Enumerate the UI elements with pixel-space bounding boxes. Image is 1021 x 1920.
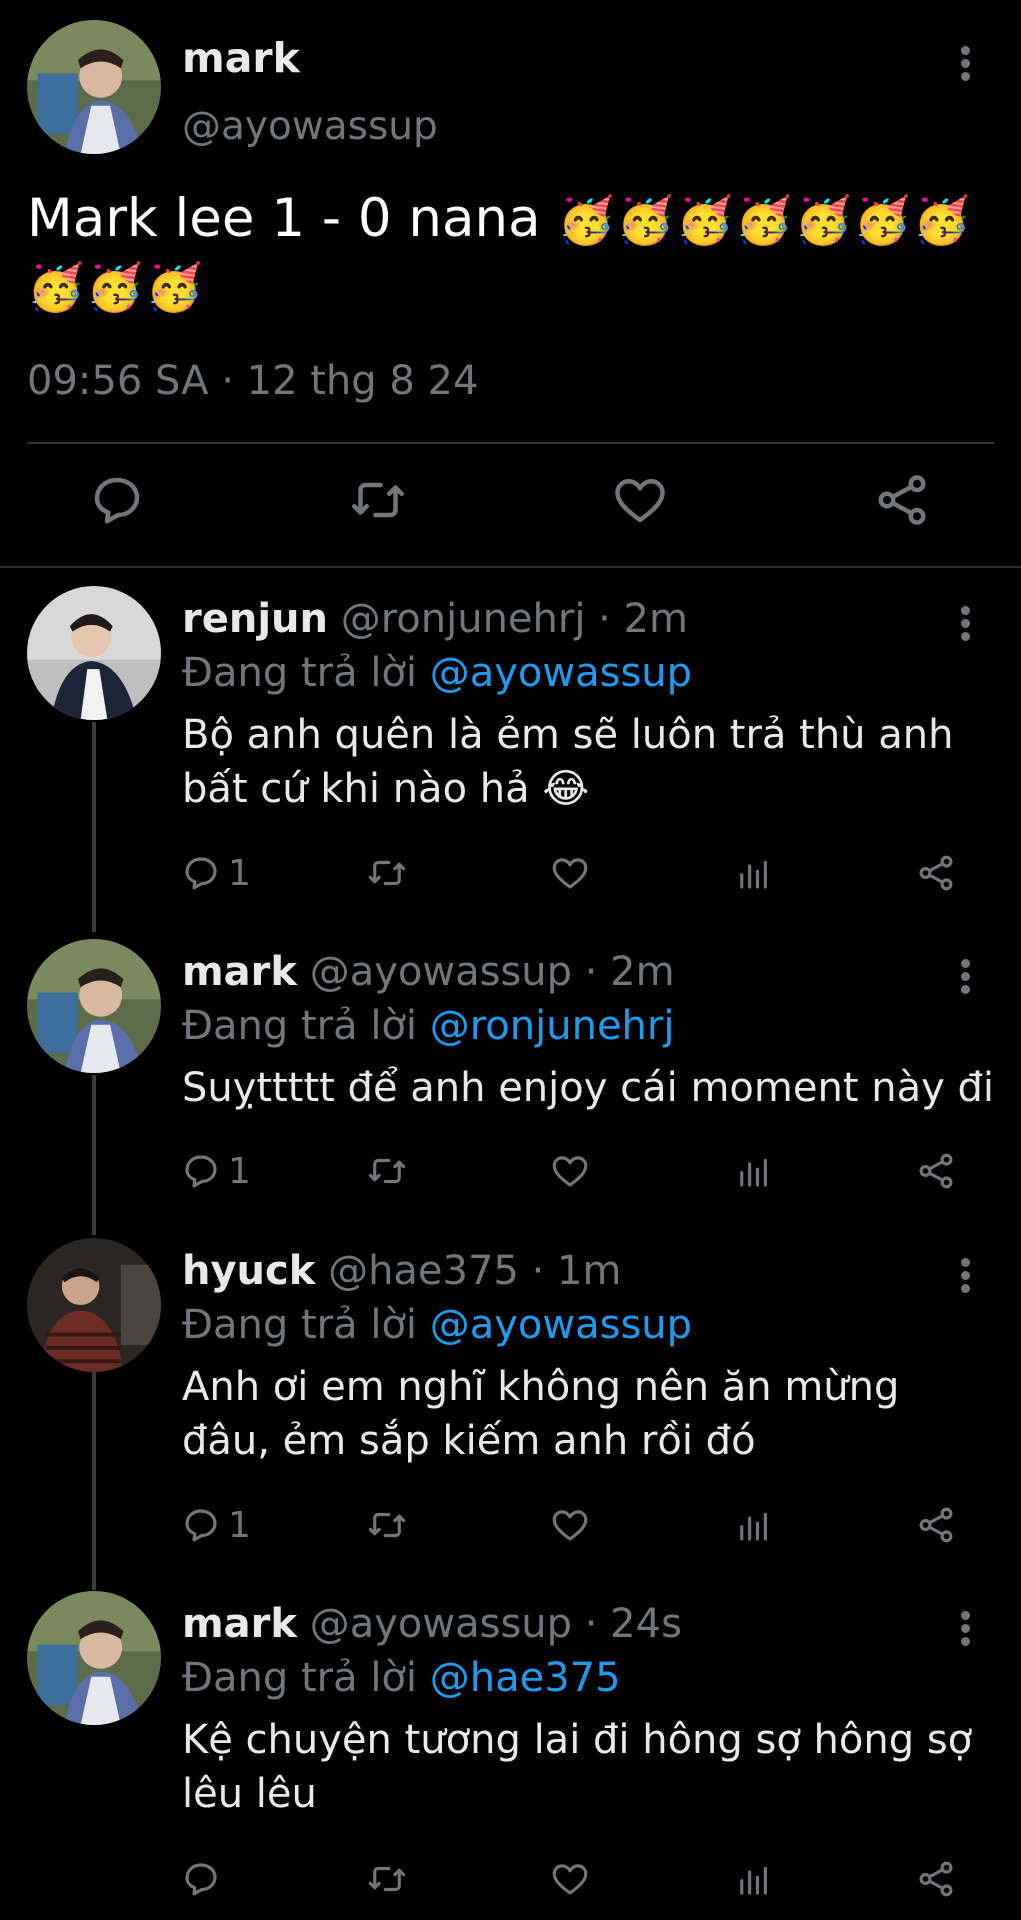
share-icon[interactable] (915, 1857, 957, 1901)
reply-actions (0, 1857, 1021, 1901)
share-icon[interactable] (915, 851, 957, 895)
mention-link[interactable]: @ayowassup (430, 650, 692, 696)
reply-header: renjun @ronjunehrj · 2m (182, 596, 688, 642)
like-icon[interactable] (549, 1857, 591, 1901)
reply-button[interactable]: 1 (180, 1149, 251, 1193)
reply-button[interactable]: 1 (180, 1503, 251, 1547)
thread-line (92, 1372, 96, 1590)
reply-header: hyuck @hae375 · 1m (182, 1248, 621, 1294)
like-icon[interactable] (549, 1503, 591, 1547)
reply-text: Bộ anh quên là ẻm sẽ luôn trả thù anh bấ… (182, 712, 954, 812)
author-handle[interactable]: @ayowassup (182, 104, 438, 149)
replying-to: Đang trả lời @ronjunehrj (182, 1003, 674, 1049)
share-icon[interactable] (915, 1503, 957, 1547)
avatar[interactable] (27, 1591, 161, 1725)
author-name[interactable]: mark (182, 949, 297, 995)
reply-actions: 1 (0, 851, 1021, 895)
mention-link[interactable]: @ronjunehrj (430, 1003, 675, 1049)
reply-button[interactable] (180, 1857, 228, 1901)
tweet-timestamp[interactable]: 09:56 SA · 12 thg 8 24 (27, 358, 478, 404)
reply-count: 1 (228, 852, 251, 894)
thread-line (92, 722, 96, 932)
divider (0, 566, 1021, 568)
main-tweet: mark @ayowassup Mark lee 1 - 0 nana 🥳🥳🥳🥳… (0, 0, 1021, 567)
reply-actions: 1 (0, 1149, 1021, 1193)
views-icon[interactable] (733, 851, 775, 895)
reply-icon (185, 1155, 217, 1188)
avatar[interactable] (27, 586, 161, 720)
author-name[interactable]: hyuck (182, 1248, 315, 1294)
replying-label: Đang trả lời (182, 1655, 430, 1701)
author-handle[interactable]: @ayowassup · 2m (310, 949, 675, 995)
retweet-icon[interactable] (366, 1503, 408, 1547)
retweet-icon[interactable] (366, 1149, 408, 1193)
views-icon[interactable] (733, 1149, 775, 1193)
tweet-text: Mark lee 1 - 0 nana 🥳🥳🥳🥳🥳🥳🥳🥳🥳🥳 (27, 186, 1007, 320)
tweet-text-body: Mark lee 1 - 0 nana (27, 188, 541, 249)
replying-to: Đang trả lời @ayowassup (182, 1302, 692, 1348)
retweet-icon[interactable] (366, 1857, 408, 1901)
reply-icon[interactable] (87, 470, 147, 530)
like-icon[interactable] (610, 470, 670, 530)
more-icon[interactable] (961, 959, 971, 995)
author-handle[interactable]: @ronjunehrj · 2m (341, 596, 688, 642)
views-icon[interactable] (733, 1503, 775, 1547)
replying-label: Đang trả lời (182, 1003, 430, 1049)
replying-label: Đang trả lời (182, 1302, 430, 1348)
reply-text: Suỵttttt để anh enjoy cái moment này đi (182, 1065, 994, 1111)
author-handle[interactable]: @hae375 · 1m (328, 1248, 621, 1294)
replying-to: Đang trả lời @hae375 (182, 1655, 621, 1701)
more-icon[interactable] (961, 1611, 971, 1647)
share-icon[interactable] (915, 1149, 957, 1193)
share-icon[interactable] (872, 470, 932, 530)
reply-text: Anh ơi em nghĩ không nên ăn mừng đâu, ẻm… (182, 1364, 900, 1464)
reply-actions: 1 (0, 1503, 1021, 1547)
more-icon[interactable] (961, 46, 971, 82)
avatar[interactable] (27, 939, 161, 1073)
reply-icon (185, 857, 217, 890)
like-icon[interactable] (549, 851, 591, 895)
author-name[interactable]: mark (182, 34, 300, 82)
divider (27, 442, 994, 444)
retweet-icon[interactable] (366, 851, 408, 895)
tweet-actions (0, 470, 1021, 540)
replying-to: Đang trả lời @ayowassup (182, 650, 692, 696)
reply-header: mark @ayowassup · 2m (182, 949, 675, 995)
avatar[interactable] (27, 20, 161, 154)
more-icon[interactable] (961, 1258, 971, 1294)
reply-button[interactable]: 1 (180, 851, 251, 895)
more-icon[interactable] (961, 606, 971, 642)
mention-link[interactable]: @ayowassup (430, 1302, 692, 1348)
reply-icon (185, 1509, 217, 1542)
mention-link[interactable]: @hae375 (430, 1655, 621, 1701)
reply-count: 1 (228, 1150, 251, 1192)
retweet-icon[interactable] (348, 470, 408, 530)
reply-header: mark @ayowassup · 24s (182, 1601, 682, 1647)
reply-count: 1 (228, 1504, 251, 1546)
like-icon[interactable] (549, 1149, 591, 1193)
author-name[interactable]: mark (182, 1601, 297, 1647)
author-name[interactable]: renjun (182, 596, 328, 642)
reply-text: Kệ chuyện tương lai đi hông sợ hông sợ l… (182, 1717, 973, 1817)
replying-label: Đang trả lời (182, 650, 430, 696)
avatar[interactable] (27, 1238, 161, 1372)
author-handle[interactable]: @ayowassup · 24s (310, 1601, 682, 1647)
reply-icon (185, 1863, 217, 1896)
views-icon[interactable] (733, 1857, 775, 1901)
